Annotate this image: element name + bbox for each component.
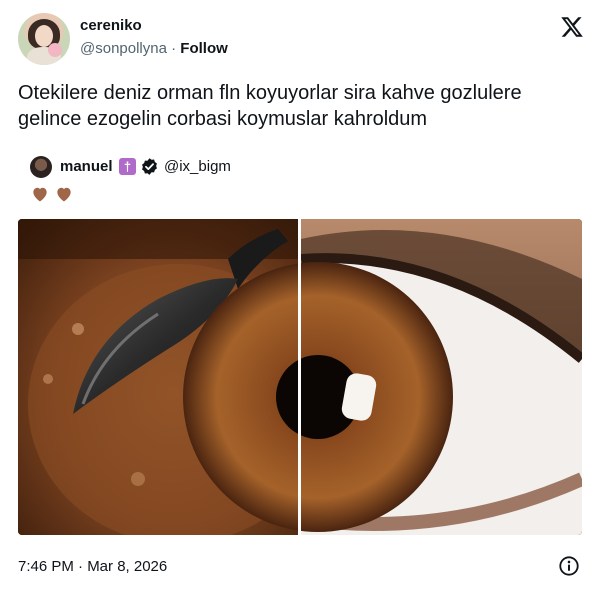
author-handle-row: @sonpollyna · Follow: [80, 40, 228, 57]
quoted-handle[interactable]: @ix_bigm: [164, 158, 231, 175]
info-icon[interactable]: [558, 555, 580, 577]
author-avatar[interactable]: [18, 13, 70, 65]
tweet-header: cereniko @sonpollyna · Follow: [18, 13, 584, 65]
quoted-tweet-text: [30, 184, 74, 204]
author-handle[interactable]: @sonpollyna: [80, 40, 167, 57]
quoted-display-name[interactable]: manuel: [60, 158, 113, 175]
x-logo-icon[interactable]: [560, 15, 584, 39]
quoted-author-avatar[interactable]: [30, 156, 52, 178]
brown-heart-icon: [57, 187, 72, 202]
author-display-name[interactable]: cereniko: [80, 17, 142, 34]
tweet-text: Otekilere deniz orman fln koyuyorlar sir…: [18, 82, 522, 130]
quoted-tweet-header[interactable]: manuel † @ix_bigm: [30, 156, 570, 180]
follow-button[interactable]: Follow: [180, 40, 228, 57]
tweet-timestamp[interactable]: 7:46 PM · Mar 8, 2026: [18, 558, 167, 575]
tweet-media[interactable]: [18, 219, 582, 535]
brown-heart-icon: [33, 187, 47, 202]
cross-badge-icon: †: [119, 158, 136, 175]
separator-dot: ·: [171, 40, 177, 57]
verified-check-icon: [142, 158, 157, 175]
